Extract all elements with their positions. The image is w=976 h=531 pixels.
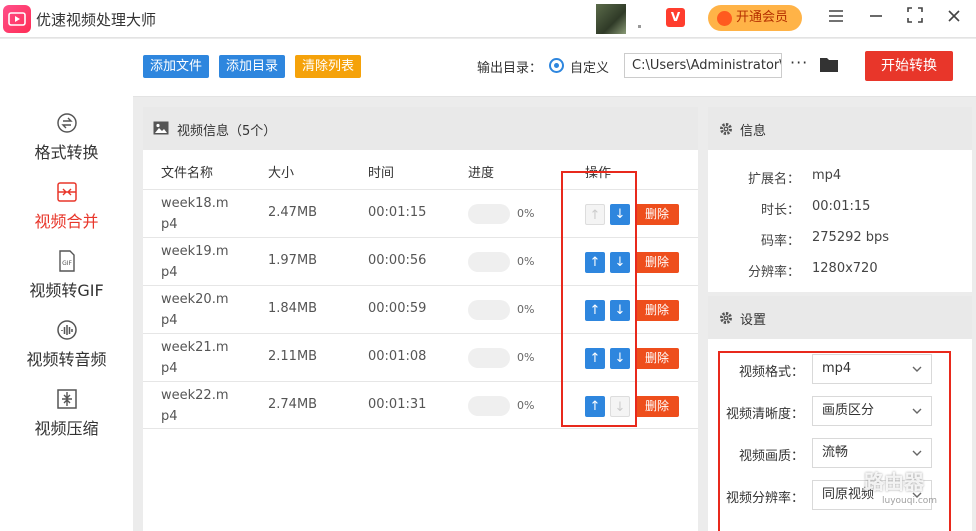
vip-badge-icon[interactable]: V — [666, 8, 685, 27]
delete-button[interactable]: 删除 — [635, 396, 679, 417]
info-value-resolution: 1280x720 — [812, 261, 878, 276]
browse-more-button[interactable]: ··· — [790, 53, 808, 72]
output-path-input[interactable]: C:\Users\Administrator\ — [624, 53, 782, 78]
column-header-progress: 进度 — [468, 166, 495, 181]
file-size: 2.47MB — [268, 205, 318, 220]
progress-bar — [468, 348, 510, 368]
delete-button[interactable]: 删除 — [635, 300, 679, 321]
column-header-name: 文件名称 — [161, 166, 214, 181]
file-size: 1.84MB — [268, 301, 318, 316]
progress-bar — [468, 252, 510, 272]
sidebar-item-label: 格式转换 — [34, 143, 99, 162]
file-name: week20.mp4 — [161, 292, 229, 328]
svg-text:GIF: GIF — [62, 260, 72, 267]
info-value-duration: 00:01:15 — [812, 199, 871, 214]
video-list-panel: 视频信息（5个） 文件名称 大小 时间 进度 操作 week18.mp4 2.47… — [143, 107, 698, 531]
maximize-icon[interactable] — [904, 7, 926, 29]
convert-icon — [56, 113, 77, 133]
info-title: 信息 — [740, 124, 767, 139]
app-logo — [3, 5, 31, 33]
watermark-text: 路由器 — [864, 470, 924, 494]
compress-icon — [56, 389, 77, 409]
progress-percent: 0% — [517, 399, 535, 412]
clear-list-button[interactable]: 清除列表 — [295, 55, 362, 78]
title-bar: 优速视频处理大师 V 开通会员 — [0, 0, 976, 38]
custom-radio-label[interactable]: 自定义 — [570, 57, 609, 76]
file-duration: 00:00:56 — [368, 253, 427, 268]
watermark-subtext: luyouqi.com — [882, 496, 938, 506]
progress-percent: 0% — [517, 351, 535, 364]
file-duration: 00:00:59 — [368, 301, 427, 316]
info-value-extension: mp4 — [812, 168, 842, 183]
file-name: week21.mp4 — [161, 340, 229, 376]
sidebar-item-format-convert[interactable]: 格式转换 — [0, 111, 133, 163]
status-dot — [638, 25, 641, 28]
file-name: week18.mp4 — [161, 196, 229, 232]
menu-icon[interactable] — [825, 7, 847, 29]
file-name: week22.mp4 — [161, 388, 229, 424]
delete-button[interactable]: 删除 — [635, 204, 679, 225]
column-header-time: 时间 — [368, 166, 395, 181]
toolbar: 添加文件 添加目录 清除列表 输出目录： 自定义 C:\Users\Admini… — [133, 39, 976, 97]
settings-title: 设置 — [740, 313, 767, 328]
sidebar-item-label: 视频合并 — [34, 212, 99, 231]
sidebar-item-video-to-audio[interactable]: 视频转音频 — [0, 318, 133, 370]
sidebar-item-label: 视频转音频 — [26, 350, 107, 369]
sidebar-item-label: 视频压缩 — [34, 419, 99, 438]
folder-icon[interactable] — [819, 56, 839, 73]
info-key-duration: 时长： — [760, 203, 800, 218]
progress-bar — [468, 396, 510, 416]
file-size: 1.97MB — [268, 253, 318, 268]
sidebar: 格式转换 视频合并 GIF 视频转GIF 视频转音频 视频压缩 — [0, 39, 133, 531]
file-duration: 00:01:31 — [368, 397, 427, 412]
progress-bar — [468, 204, 510, 224]
info-value-bitrate: 275292 bps — [812, 230, 890, 245]
progress-percent: 0% — [517, 255, 535, 268]
sidebar-item-video-compress[interactable]: 视频压缩 — [0, 387, 133, 439]
delete-button[interactable]: 删除 — [635, 252, 679, 273]
close-icon[interactable] — [943, 7, 965, 29]
file-size: 2.74MB — [268, 397, 318, 412]
sidebar-item-video-merge[interactable]: 视频合并 — [0, 180, 133, 232]
gear-icon — [720, 312, 732, 324]
file-duration: 00:01:15 — [368, 205, 427, 220]
vip-button-label: 开通会员 — [736, 10, 789, 25]
progress-percent: 0% — [517, 207, 535, 220]
audio-icon — [56, 320, 77, 340]
info-panel: 信息 扩展名： mp4 时长： 00:01:15 码率： 275292 bps … — [708, 107, 972, 292]
actions-highlight-box — [561, 171, 637, 427]
start-convert-button[interactable]: 开始转换 — [865, 51, 953, 81]
info-header: 信息 — [708, 107, 972, 150]
sidebar-item-video-to-gif[interactable]: GIF 视频转GIF — [0, 249, 133, 301]
file-size: 2.11MB — [268, 349, 318, 364]
delete-button[interactable]: 删除 — [635, 348, 679, 369]
progress-percent: 0% — [517, 303, 535, 316]
merge-icon — [56, 182, 77, 202]
app-title: 优速视频处理大师 — [36, 11, 157, 29]
column-header-size: 大小 — [268, 166, 295, 181]
file-duration: 00:01:08 — [368, 349, 427, 364]
info-key-resolution: 分辨率： — [747, 265, 800, 280]
add-file-button[interactable]: 添加文件 — [143, 55, 210, 78]
custom-radio[interactable] — [549, 58, 564, 73]
output-directory-label: 输出目录： — [477, 61, 543, 76]
sidebar-item-label: 视频转GIF — [29, 281, 104, 300]
minimize-icon[interactable] — [865, 7, 887, 29]
file-name: week19.mp4 — [161, 244, 229, 280]
vip-button[interactable]: 开通会员 — [708, 5, 802, 31]
info-key-extension: 扩展名： — [747, 172, 800, 187]
add-directory-button[interactable]: 添加目录 — [219, 55, 286, 78]
crown-icon — [717, 11, 732, 26]
video-list-title: 视频信息（5个） — [177, 124, 277, 139]
info-key-bitrate: 码率： — [760, 234, 800, 249]
progress-bar — [468, 300, 510, 320]
user-avatar[interactable] — [596, 4, 626, 34]
gif-icon: GIF — [58, 250, 75, 272]
settings-header: 设置 — [708, 296, 972, 339]
image-icon — [153, 121, 169, 135]
video-list-header: 视频信息（5个） — [143, 107, 698, 150]
gear-icon — [720, 123, 732, 135]
